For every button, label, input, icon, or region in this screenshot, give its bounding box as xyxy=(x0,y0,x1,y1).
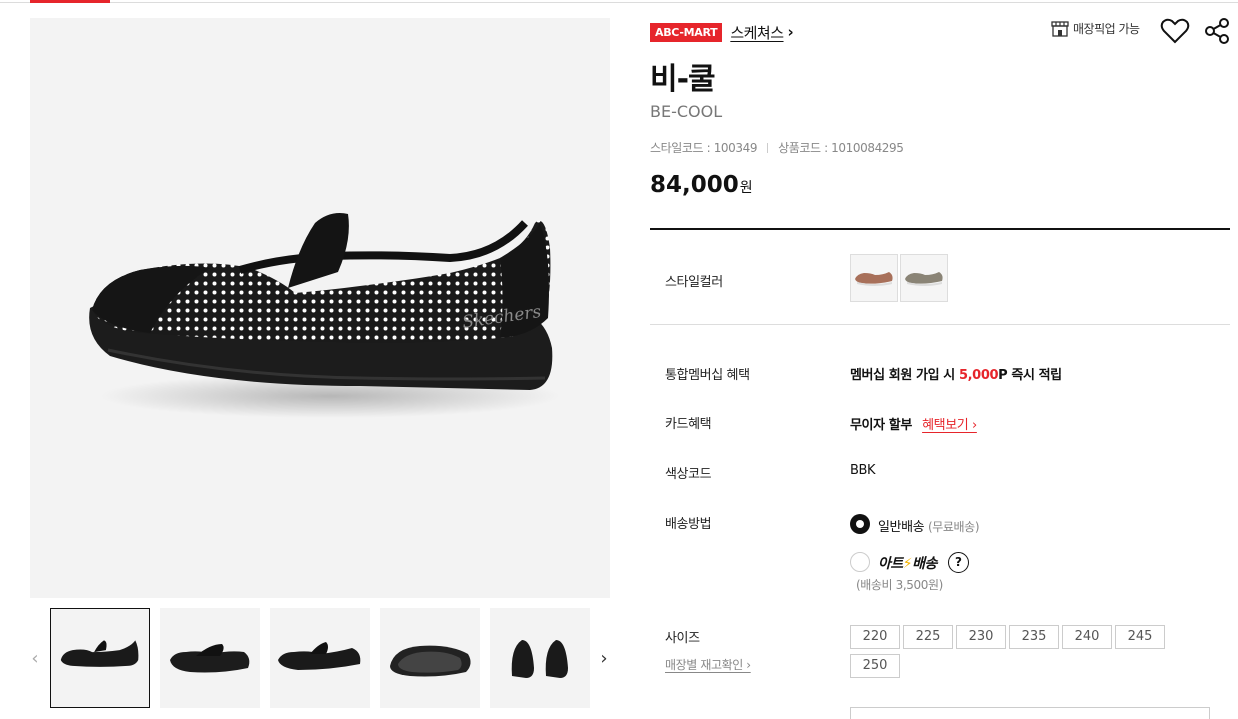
size-option[interactable]: 245 xyxy=(1115,625,1165,649)
size-option[interactable]: 225 xyxy=(903,625,953,649)
shipping-standard-option: 일반배송 (무료배송) xyxy=(878,516,980,535)
share-icon xyxy=(1205,18,1229,44)
color-swatch-brown[interactable] xyxy=(850,254,898,302)
brand-row: ABC-MART 스케쳐스 › xyxy=(650,20,794,44)
color-code-label: 색상코드 xyxy=(665,467,712,482)
abc-mart-badge: ABC-MART xyxy=(650,22,723,42)
size-option[interactable]: 240 xyxy=(1062,625,1112,649)
product-price: 84,000원 xyxy=(650,172,753,198)
code-separator xyxy=(767,142,769,153)
card-benefit-link[interactable]: 혜택보기 › xyxy=(922,418,977,433)
size-option[interactable]: 250 xyxy=(850,654,900,678)
size-label: 사이즈 xyxy=(665,631,700,646)
shipping-standard-label: 일반배송 xyxy=(878,520,925,535)
card-benefit-label: 카드혜택 xyxy=(665,417,712,432)
gallery-thumbnail[interactable] xyxy=(160,608,260,708)
pickup-label: 매장픽업 가능 xyxy=(1073,22,1140,36)
main-product-image: Skechers xyxy=(30,18,610,598)
gallery-thumbnail[interactable] xyxy=(380,608,480,708)
shoe-sole-thumbnail xyxy=(390,645,471,677)
membership-benefit: 멤버십 회원 가입 시 5,000P 즉시 적립 xyxy=(850,364,1062,383)
color-code-value: BBK xyxy=(850,463,876,478)
arte-logo-part-a: 아트 xyxy=(878,556,903,572)
membership-text-suffix: P 즉시 적립 xyxy=(998,368,1062,383)
price-value: 84,000 xyxy=(650,172,739,198)
chevron-right-icon: › xyxy=(787,23,794,41)
shipping-arte-note: (배송비 3,500원) xyxy=(856,578,943,592)
color-swatch-gray[interactable] xyxy=(900,254,948,302)
gallery-thumbnail[interactable] xyxy=(490,608,590,708)
wishlist-button[interactable] xyxy=(1160,17,1190,45)
shoe-image: Skechers xyxy=(89,213,560,418)
active-tab-indicator xyxy=(30,0,110,3)
store-icon xyxy=(1051,20,1069,37)
style-code-label: 스타일코드 : xyxy=(650,141,711,155)
card-benefit: 무이자 할부 혜택보기 › xyxy=(850,414,977,433)
gallery-prev-button[interactable]: ‹ xyxy=(26,648,44,670)
product-code-label: 상품코드 : xyxy=(778,141,828,155)
brand-link[interactable]: 스케쳐스 xyxy=(730,22,784,43)
lightning-icon: ⚡ xyxy=(902,556,913,572)
membership-label: 통합멤버십 혜택 xyxy=(665,368,750,383)
product-codes: 스타일코드 : 100349 상품코드 : 1010084295 xyxy=(650,139,904,156)
shoe-angle-thumbnail xyxy=(170,644,250,673)
quantity-select[interactable] xyxy=(850,707,1210,719)
membership-points: 5,000 xyxy=(959,368,999,383)
shoe-side-thumbnail xyxy=(60,640,139,667)
shoe-brown-swatch xyxy=(855,272,893,286)
product-subtitle: BE-COOL xyxy=(650,102,723,121)
price-unit: 원 xyxy=(739,180,753,196)
gallery-thumbnail[interactable] xyxy=(270,608,370,708)
store-stock-link[interactable]: 매장별 재고확인 › xyxy=(665,656,751,673)
product-code-value: 1010084295 xyxy=(831,140,904,155)
heart-icon xyxy=(1160,18,1190,44)
shoe-back-thumbnail xyxy=(511,640,568,678)
options-divider xyxy=(650,324,1230,325)
top-divider xyxy=(0,2,1238,3)
membership-text-prefix: 멤버십 회원 가입 시 xyxy=(850,368,955,383)
size-option[interactable]: 230 xyxy=(956,625,1006,649)
price-divider xyxy=(650,228,1230,230)
shipping-arte-radio[interactable] xyxy=(850,552,870,572)
shipping-standard-radio[interactable] xyxy=(850,514,870,534)
card-benefit-text: 무이자 할부 xyxy=(850,418,912,433)
shoe-inner-thumbnail xyxy=(278,642,361,670)
size-option[interactable]: 220 xyxy=(850,625,900,649)
style-color-label: 스타일컬러 xyxy=(665,275,723,290)
arte-delivery-logo: 아트⚡배송 xyxy=(878,553,937,573)
style-code-value: 100349 xyxy=(713,140,758,155)
size-option[interactable]: 235 xyxy=(1009,625,1059,649)
shipping-label: 배송방법 xyxy=(665,517,712,532)
shoe-gray-swatch xyxy=(905,272,943,286)
help-icon[interactable]: ? xyxy=(948,552,969,573)
shipping-standard-note: (무료배송) xyxy=(927,520,980,534)
share-button[interactable] xyxy=(1203,17,1231,45)
product-title: 비-쿨 xyxy=(650,62,716,97)
gallery-thumbnail[interactable] xyxy=(50,608,150,708)
gallery-next-button[interactable]: › xyxy=(595,648,613,670)
store-pickup-badge: 매장픽업 가능 xyxy=(1051,20,1140,37)
arte-logo-part-b: 배송 xyxy=(912,556,937,572)
